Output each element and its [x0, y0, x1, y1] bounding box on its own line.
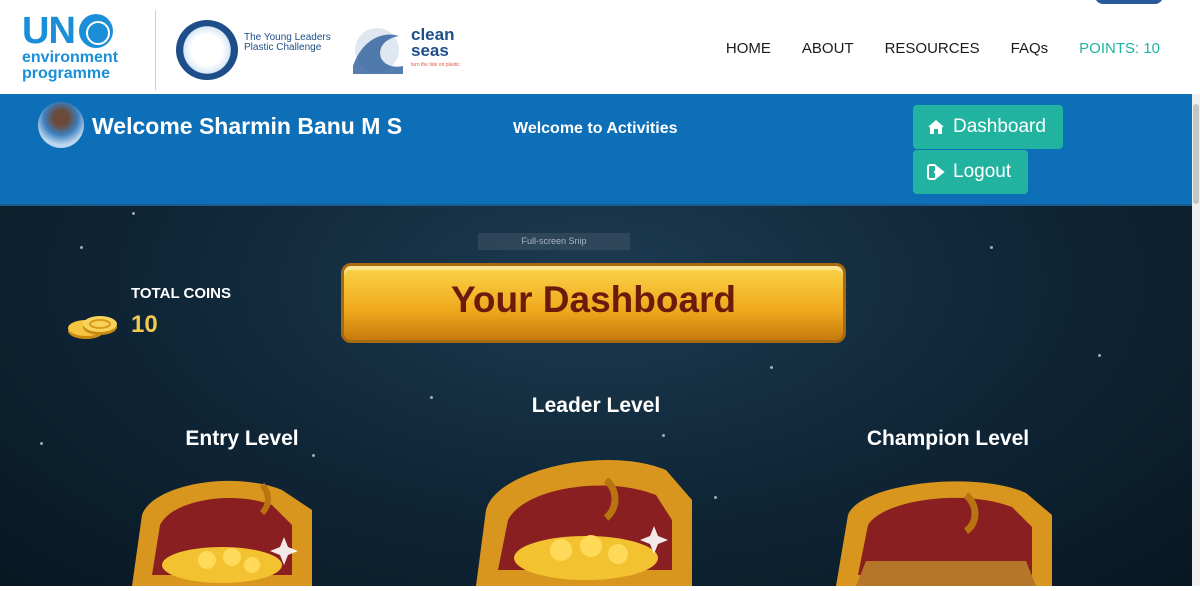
- entry-level-title: Entry Level: [185, 427, 299, 450]
- nav-resources[interactable]: RESOURCES: [885, 40, 980, 57]
- clean-seas-wave-icon: [353, 28, 403, 74]
- un-wordmark: UN: [22, 12, 142, 50]
- clean-seas-wordmark: clean seas: [411, 26, 454, 60]
- unep-logo[interactable]: UN environment programme: [22, 12, 142, 86]
- sparkle-dot: [430, 396, 433, 399]
- nav-about[interactable]: ABOUT: [802, 40, 854, 57]
- sparkle-dot: [1098, 354, 1101, 357]
- home-icon: [928, 120, 944, 134]
- sparkle-dot: [132, 212, 135, 215]
- sparkle-dot: [312, 454, 315, 457]
- sparkle-dot: [40, 442, 43, 445]
- unep-line1: environment: [22, 49, 119, 66]
- welcome-activities-text: Welcome to Activities: [513, 120, 678, 137]
- clean-seas-tagline: turn the tide on plastic: [411, 62, 460, 68]
- sparkle-dot: [662, 434, 665, 437]
- total-coins-label: TOTAL COINS: [131, 285, 232, 302]
- un-emblem-icon: [78, 14, 113, 48]
- main-nav: HOME ABOUT RESOURCES FAQs POINTS: 10: [726, 40, 1160, 57]
- sparkle-dot: [990, 246, 993, 249]
- site-header: UN environment programme The Young Leade…: [0, 0, 1200, 94]
- champion-level-treasure-chest-icon[interactable]: [836, 481, 1052, 586]
- snip-overlay-label: Full-screen Snip: [478, 233, 630, 250]
- total-coins-value: 10: [131, 311, 158, 338]
- dashboard-button-label: Dashboard: [953, 116, 1046, 137]
- ptt-logo-text: The Young Leaders Plastic Challenge: [244, 32, 331, 53]
- plastic-tide-turners-logo: [176, 20, 238, 80]
- sparkle-dot: [80, 246, 83, 249]
- champion-level-title: Champion Level: [866, 427, 1030, 450]
- clean-seas-line2: seas: [411, 41, 449, 60]
- un-letters: UN: [22, 10, 76, 52]
- unep-line2: programme: [22, 65, 111, 82]
- sparkle-dot: [770, 366, 773, 369]
- entry-level-treasure-chest-icon[interactable]: [112, 465, 332, 586]
- logout-button[interactable]: Logout: [913, 150, 1028, 194]
- page-scrollbar[interactable]: [1192, 94, 1200, 586]
- scrollbar-thumb[interactable]: [1193, 104, 1199, 204]
- leader-level-title: Leader Level: [531, 394, 661, 417]
- dashboard-button[interactable]: Dashboard: [913, 105, 1063, 149]
- nav-home[interactable]: HOME: [726, 40, 771, 57]
- user-avatar: [38, 102, 84, 148]
- welcome-user-heading: Welcome Sharmin Banu M S: [92, 113, 403, 139]
- coin-stack-icon: [68, 316, 117, 339]
- sparkle-dot: [714, 496, 717, 499]
- dashboard-banner-title: Your Dashboard: [450, 279, 737, 320]
- browser-tab-pill: [1095, 0, 1163, 4]
- points-counter[interactable]: POINTS: 10: [1079, 40, 1160, 57]
- logo-divider: [155, 10, 156, 90]
- nav-faqs[interactable]: FAQs: [1011, 40, 1049, 57]
- logout-button-label: Logout: [953, 161, 1012, 182]
- leader-level-treasure-chest-icon[interactable]: [476, 459, 692, 586]
- sign-out-icon: [927, 164, 945, 180]
